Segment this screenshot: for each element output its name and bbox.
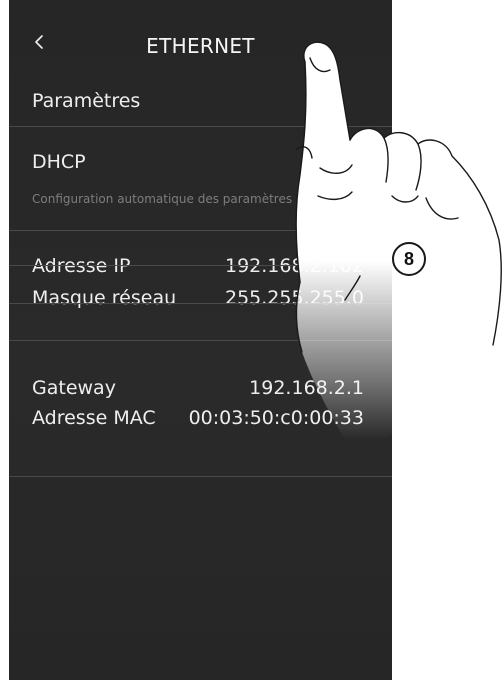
header-bar: ETHERNET — [9, 0, 392, 90]
device-screen: ETHERNET Paramètres DHCP Configuration a… — [9, 0, 392, 680]
row-subnet-mask[interactable]: Masque réseau 255.255.255.0 — [9, 266, 392, 309]
callout-number-badge: 8 — [392, 242, 426, 276]
dhcp-description: Configuration automatique des paramètres — [32, 192, 293, 206]
dhcp-setting[interactable]: DHCP Configuration automatique des param… — [9, 127, 392, 230]
divider — [9, 476, 392, 477]
gateway-value: 192.168.2.1 — [249, 377, 364, 399]
illustration-stage: ETHERNET Paramètres DHCP Configuration a… — [0, 0, 504, 687]
mac-address-value: 00:03:50:c0:00:33 — [188, 407, 364, 429]
row-mac-address[interactable]: Adresse MAC 00:03:50:c0:00:33 — [9, 341, 392, 429]
dhcp-label: DHCP — [32, 151, 86, 173]
page-title: ETHERNET — [146, 34, 255, 58]
row-gateway[interactable]: Gateway 192.168.2.1 — [9, 304, 392, 399]
section-title: Paramètres — [32, 90, 141, 112]
mac-address-label: Adresse MAC — [32, 407, 156, 429]
row-ip-address[interactable]: Adresse IP 192.168.2.102 — [9, 231, 392, 277]
gateway-label: Gateway — [32, 377, 116, 399]
